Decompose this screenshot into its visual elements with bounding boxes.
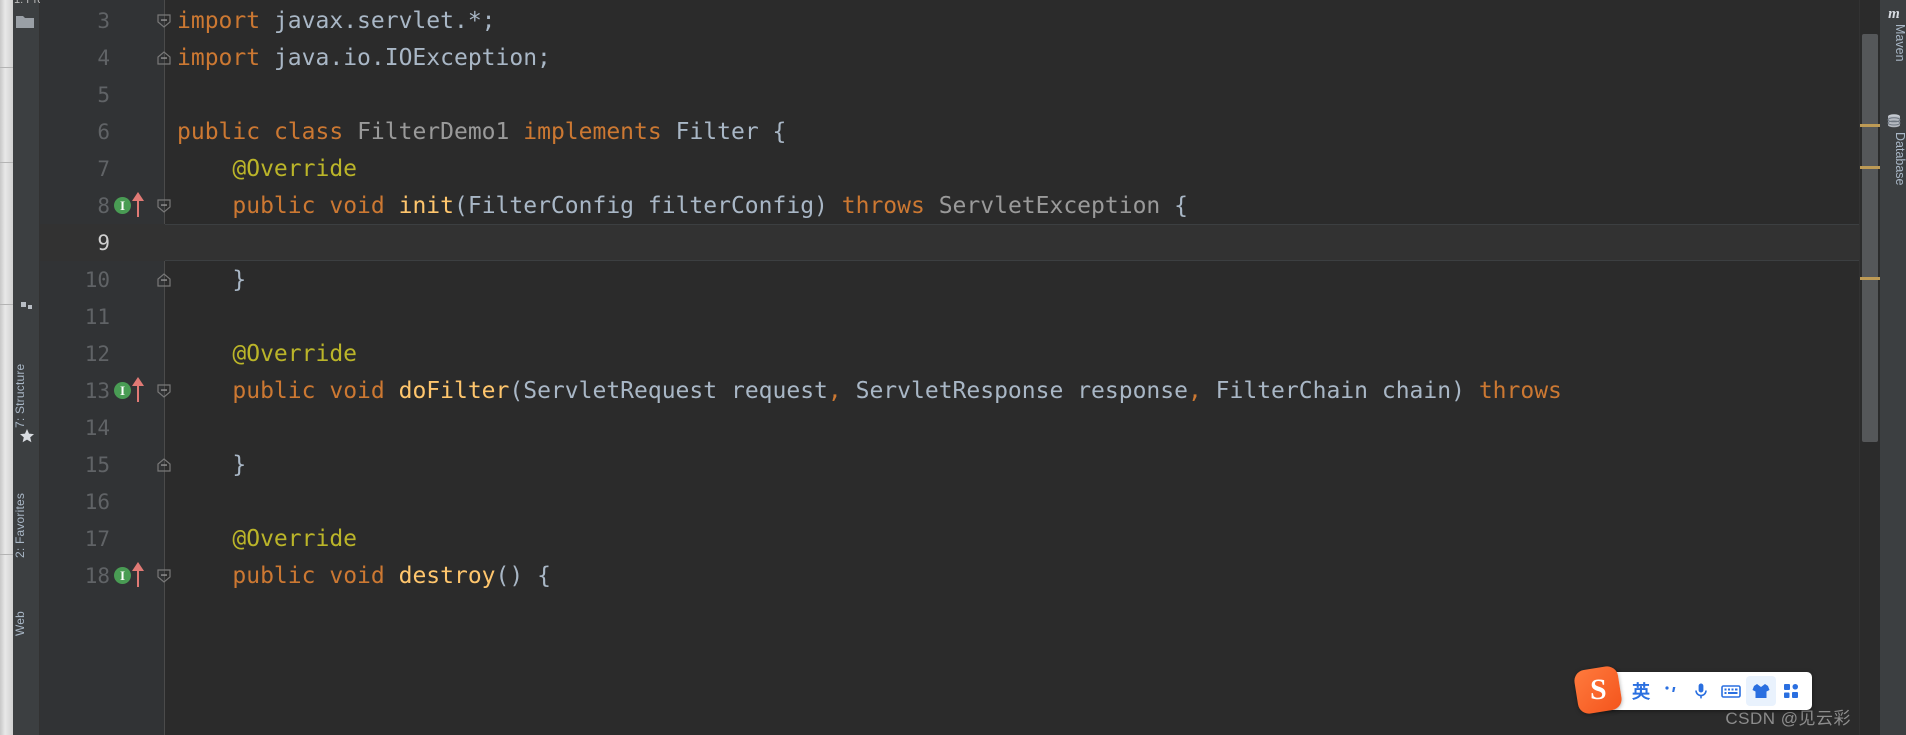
ime-punctuation-button[interactable]	[1656, 676, 1686, 706]
implementing-method-icon[interactable]: I	[114, 197, 131, 214]
scrollbar-thumb[interactable]	[1862, 34, 1878, 442]
line-number[interactable]: 9	[40, 231, 110, 255]
ime-soft-keyboard-button[interactable]	[1716, 676, 1746, 706]
line-number[interactable]: 15	[40, 453, 110, 477]
override-arrow-icon[interactable]	[131, 377, 145, 403]
sogou-logo-letter: S	[1589, 673, 1607, 706]
fold-collapse-icon[interactable]	[155, 567, 173, 585]
code-line[interactable]: 9	[40, 224, 1859, 261]
sidebar-item-database-label: Database	[1893, 132, 1906, 186]
line-number[interactable]: 17	[40, 527, 110, 551]
code-line[interactable]: 5	[40, 76, 1859, 113]
code-line[interactable]: 7 @Override	[40, 150, 1859, 187]
database-icon	[1880, 112, 1906, 130]
code-text[interactable]: public class FilterDemo1 implements Filt…	[177, 118, 786, 146]
code-text[interactable]: }	[232, 266, 246, 294]
fold-collapse-icon[interactable]	[155, 12, 173, 30]
sidebar-item-web[interactable]: Web	[13, 576, 40, 636]
code-line[interactable]: 14	[40, 409, 1859, 446]
svg-text:m: m	[1888, 6, 1900, 22]
code-line[interactable]: 4 import java.io.IOException;	[40, 39, 1859, 76]
code-line[interactable]: 3 import javax.servlet.*;	[40, 2, 1859, 39]
folder-icon	[15, 14, 35, 30]
code-line[interactable]: 16	[40, 483, 1859, 520]
line-number[interactable]: 6	[40, 120, 110, 144]
line-number[interactable]: 10	[40, 268, 110, 292]
current-line-highlight	[165, 224, 1859, 261]
ime-toolbox-button[interactable]	[1776, 676, 1806, 706]
code-text[interactable]: @Override	[232, 155, 357, 183]
microphone-icon	[1695, 683, 1707, 699]
right-tool-window-bar: m Maven Database	[1859, 0, 1906, 735]
code-line[interactable]: 15}	[40, 446, 1859, 483]
implementing-method-icon[interactable]: I	[114, 567, 131, 584]
line-number[interactable]: 16	[40, 490, 110, 514]
keyboard-icon	[1721, 685, 1741, 698]
line-number[interactable]: 13	[40, 379, 110, 403]
code-line[interactable]: 8 Ipublic void init(FilterConfig filterCo…	[40, 187, 1859, 224]
sidebar-item-structure-label: 7: Structure	[13, 363, 27, 428]
ide-window: 1: Project 7: Structure 2: Favorites Web…	[0, 0, 1906, 735]
line-number[interactable]: 8	[40, 194, 110, 218]
code-line[interactable]: 18 Ipublic void destroy() {	[40, 557, 1859, 594]
line-number[interactable]: 3	[40, 9, 110, 33]
ime-skin-button[interactable]	[1746, 676, 1776, 706]
warning-marker[interactable]	[1860, 166, 1880, 169]
fold-end-icon[interactable]	[155, 49, 173, 67]
line-number[interactable]: 18	[40, 564, 110, 588]
punctuation-icon	[1665, 686, 1676, 692]
code-text[interactable]: public void destroy() {	[232, 562, 551, 590]
apps-grid-icon	[1784, 684, 1798, 698]
override-arrow-icon[interactable]	[131, 192, 145, 218]
code-line[interactable]: 11	[40, 298, 1859, 335]
fold-collapse-icon[interactable]	[155, 197, 173, 215]
fold-end-icon[interactable]	[155, 271, 173, 289]
sidebar-item-favorites-label: 2: Favorites	[13, 492, 27, 558]
sidebar-item-web-label: Web	[13, 610, 27, 636]
line-number[interactable]: 5	[40, 83, 110, 107]
code-text[interactable]: import java.io.IOException;	[177, 44, 551, 72]
ime-voice-input-button[interactable]	[1686, 676, 1716, 706]
code-text[interactable]: }	[232, 451, 246, 479]
line-number[interactable]: 7	[40, 157, 110, 181]
ime-language-mode-button[interactable]: 英	[1626, 676, 1656, 706]
left-scroll-strip[interactable]	[0, 0, 13, 735]
sidebar-item-favorites[interactable]: 2: Favorites	[13, 448, 40, 558]
ime-language-mode-label: 英	[1632, 682, 1650, 703]
sidebar-item-maven[interactable]: Maven	[1880, 24, 1906, 106]
fold-end-icon[interactable]	[155, 456, 173, 474]
fold-collapse-icon[interactable]	[155, 382, 173, 400]
line-number[interactable]: 14	[40, 416, 110, 440]
warning-marker[interactable]	[1860, 277, 1880, 280]
code-text[interactable]: import javax.servlet.*;	[177, 7, 496, 35]
code-line[interactable]: 10}	[40, 261, 1859, 298]
override-arrow-icon[interactable]	[131, 562, 145, 588]
sidebar-item-structure[interactable]: 7: Structure	[13, 318, 40, 428]
structure-icon	[13, 300, 40, 314]
code-text[interactable]: @Override	[232, 525, 357, 553]
code-text[interactable]: public void doFilter(ServletRequest requ…	[232, 377, 1562, 405]
left-tool-window-bar: 1: Project 7: Structure 2: Favorites Web	[0, 0, 60, 735]
code-line[interactable]: 13 Ipublic void doFilter(ServletRequest r…	[40, 372, 1859, 409]
implementing-method-icon[interactable]: I	[114, 382, 131, 399]
sidebar-item-maven-label: Maven	[1893, 24, 1906, 62]
maven-icon: m	[1880, 4, 1906, 22]
code-text[interactable]: @Override	[232, 340, 357, 368]
code-line[interactable]: 6 public class FilterDemo1 implements Fil…	[40, 113, 1859, 150]
editor-scrollbar[interactable]	[1860, 0, 1880, 735]
warning-marker[interactable]	[1860, 124, 1880, 127]
line-number[interactable]: 4	[40, 46, 110, 70]
code-line[interactable]: 17 @Override	[40, 520, 1859, 557]
ime-floating-toolbar[interactable]: S 英	[1572, 664, 1812, 716]
sidebar-item-database[interactable]: Database	[1880, 132, 1906, 242]
line-number[interactable]: 12	[40, 342, 110, 366]
sogou-logo-icon[interactable]: S	[1572, 664, 1624, 716]
shirt-icon	[1752, 684, 1770, 698]
code-text[interactable]: public void init(FilterConfig filterConf…	[232, 192, 1188, 220]
star-icon	[13, 428, 40, 444]
code-line[interactable]: 12 @Override	[40, 335, 1859, 372]
line-number[interactable]: 11	[40, 305, 110, 329]
code-editor[interactable]: 3 import javax.servlet.*; 4 import java.io.…	[40, 0, 1859, 735]
